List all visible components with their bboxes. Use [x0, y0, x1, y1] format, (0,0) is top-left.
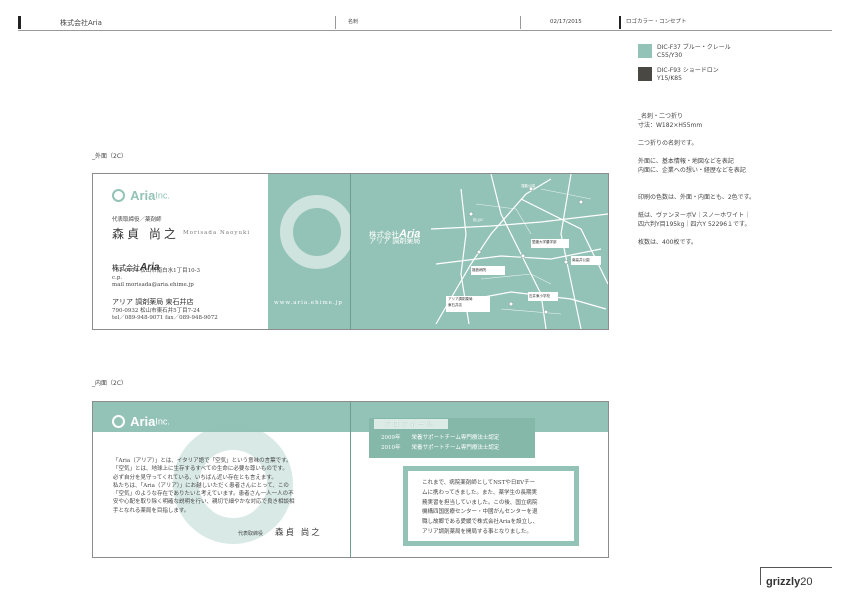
inner-card: AriaInc. 「Aria（アリア）」とは、イタリア語で「空気」という意味の言…	[92, 401, 609, 558]
outer-cover-panel: www.aria.ehime.jp	[268, 174, 351, 329]
footer-brand: grizzly	[766, 576, 801, 588]
cover-pharmacy: アリア 調剤薬局	[369, 237, 421, 245]
inner-fold-line	[350, 402, 351, 557]
footer-page-number: 20	[800, 576, 813, 588]
header-bar: 株式会社Aria 名刺 02/17/2015 ロゴカラー・コンセプト	[18, 16, 832, 31]
outer-name: 森貞 尚之	[112, 227, 179, 241]
spec-paper-2: 四六判Y目195kg｜四六Y 52296１です。	[638, 221, 751, 228]
outer-title: 代表取締役／薬剤師	[112, 217, 162, 223]
inner-logo: AriaInc.	[112, 411, 170, 430]
signature-name: 森貞 尚之	[275, 528, 322, 538]
header-section-marker	[619, 16, 621, 29]
header-divider	[335, 16, 336, 29]
profile-item: 2010年 栄養サポートチーム専門療法士認定	[381, 445, 500, 451]
brand-ring-icon	[280, 195, 351, 269]
bio-box: これまで、病院薬剤師としてNSTや日ⅡVチー ムに携わってきました。また、薬学生…	[403, 466, 579, 546]
outer-address-2: c.p.	[112, 275, 123, 281]
spec-color-count: 印刷の色数は、外面・内面とも、2色です。	[638, 194, 756, 201]
logo-ring-icon	[112, 415, 125, 428]
outer-name-roman: Morisada Naoyuki	[183, 230, 251, 236]
paragraph-line: 「空気」とは、地球上に生存するすべての生命に必要な尊いものです。	[113, 466, 288, 473]
logo-suffix: Inc.	[155, 190, 170, 201]
spec-fold: 二つ折りの名刺です。	[638, 140, 698, 147]
header-company: 株式会社Aria	[60, 19, 102, 27]
paragraph-line: 「Aria（アリア）」とは、イタリア語で「空気」という意味の言葉です。	[113, 458, 292, 464]
footer-brand-block: grizzly20	[766, 570, 812, 589]
spec-paper-1: 紙は、ヴァンヌーボV｜スノーホワイト｜	[638, 212, 751, 219]
bio-line: 機構四国医療センター・中國がんセンターを退	[422, 509, 538, 516]
outer-label: _外面（2C）	[92, 153, 128, 160]
header-left-marker	[18, 16, 21, 29]
map-label-hospital: 福音病院	[472, 268, 486, 272]
paragraph-line: 安や心配を取り除く明確な説明を行い、親切で細やかな対応で良き相談相	[113, 499, 295, 506]
outer-address-1: 791-0114 松山市南白水1丁目10-3	[112, 268, 200, 274]
header-section: ロゴカラー・コンセプト	[626, 19, 687, 25]
paragraph-line: 私たちは、「Aria（アリア）」にお越しいただく患者さんにとって、この	[113, 482, 289, 489]
logo-ring-icon	[112, 189, 125, 202]
header-date: 02/17/2015	[550, 19, 582, 25]
map-label-branch: 東石井店	[448, 303, 462, 307]
spec-outside: 外面に、基本情報・地図などを表記	[638, 158, 734, 165]
footer-rule	[760, 567, 832, 568]
outer-pharmacy-address: 790-0932 松山市東石井5丁目7-24	[112, 308, 200, 314]
bio-text: これまで、病院薬剤師としてNSTや日ⅡVチー ムに携わってきました。また、薬学生…	[422, 479, 538, 538]
profile-title: プロフィール	[384, 420, 435, 428]
inner-logo-text: Aria	[130, 414, 156, 429]
spec-quantity: 枚数は、400枚です。	[638, 239, 697, 246]
header-doc-type: 名刺	[348, 19, 359, 25]
map-label-school: 石井東小学校	[529, 294, 550, 298]
spec-inside: 内面に、企業への想い・経歴などを表記	[638, 167, 746, 174]
outer-pharmacy: アリア 調剤薬局 東石井店	[112, 298, 194, 306]
inner-label: _内面（2C）	[92, 380, 128, 387]
outer-logo: AriaInc.	[112, 185, 170, 203]
paragraph-line: 必ず自分を見守ってくれている、いちばん近い存在とも言えます。	[113, 474, 277, 481]
map-label-pharmacy: アリア調剤薬局	[448, 297, 473, 301]
outer-pharmacy-tel: tel／089-948-9071 fax／089-948-9072	[112, 315, 218, 321]
bio-line: ムに携わってきました。また、薬学生の長期実	[422, 489, 538, 496]
swatch-dark	[638, 67, 652, 81]
paragraph-line: 「空気」のような存在でありたいと考えています。患者さん一人一人の不	[113, 491, 294, 498]
bio-line: 職し故郷である愛媛で株式会社Ariaを設立し、	[422, 519, 539, 526]
outer-email: mail morisada@aria.ehime.jp	[112, 282, 194, 288]
map-label-park-south: 南高井公園	[572, 258, 590, 262]
header-divider	[520, 16, 521, 29]
logo-text: Aria	[130, 188, 156, 203]
paragraph-line: 手となれる薬局を目指します。	[113, 507, 190, 514]
outer-card: AriaInc. 代表取締役／薬剤師 森貞 尚之 Morisada Naoyuk…	[92, 173, 609, 330]
swatch-teal-code: C55/Y30	[657, 52, 683, 59]
bio-line: アリア調剤薬局を開局する事となりました。	[422, 528, 532, 535]
outer-map-panel: 株式会社Aria アリア 調剤薬局 運動公園 松山IC 愛媛大学農学部 アリア調…	[351, 174, 608, 329]
signature-title: 代表取締役	[238, 531, 264, 537]
bio-line: これまで、病院薬剤師としてNSTや日ⅡVチー	[422, 480, 536, 486]
map-label-park: 運動公園	[521, 184, 535, 188]
spec-size-value: 寸法：W182×H55mm	[638, 122, 703, 129]
inner-paragraph: 「Aria（アリア）」とは、イタリア語で「空気」という意味の言葉です。 「空気」…	[113, 457, 353, 515]
swatch-dark-code: Y15/K85	[657, 75, 682, 82]
bio-line: 務実習を担当していました。この後、国立病院	[422, 499, 538, 506]
outer-url: www.aria.ehime.jp	[274, 300, 343, 306]
spec-size-label: _名刺・二つ折り	[638, 113, 684, 120]
map-label-university: 愛媛大学農学部	[532, 240, 557, 244]
profile-item: 2009年 栄養サポートチーム専門療法士認定	[381, 435, 500, 441]
inner-logo-suffix: Inc.	[155, 416, 170, 427]
swatch-teal	[638, 44, 652, 58]
footer-rule-vertical	[760, 567, 761, 585]
map-label-ic: 松山IC	[473, 218, 484, 222]
